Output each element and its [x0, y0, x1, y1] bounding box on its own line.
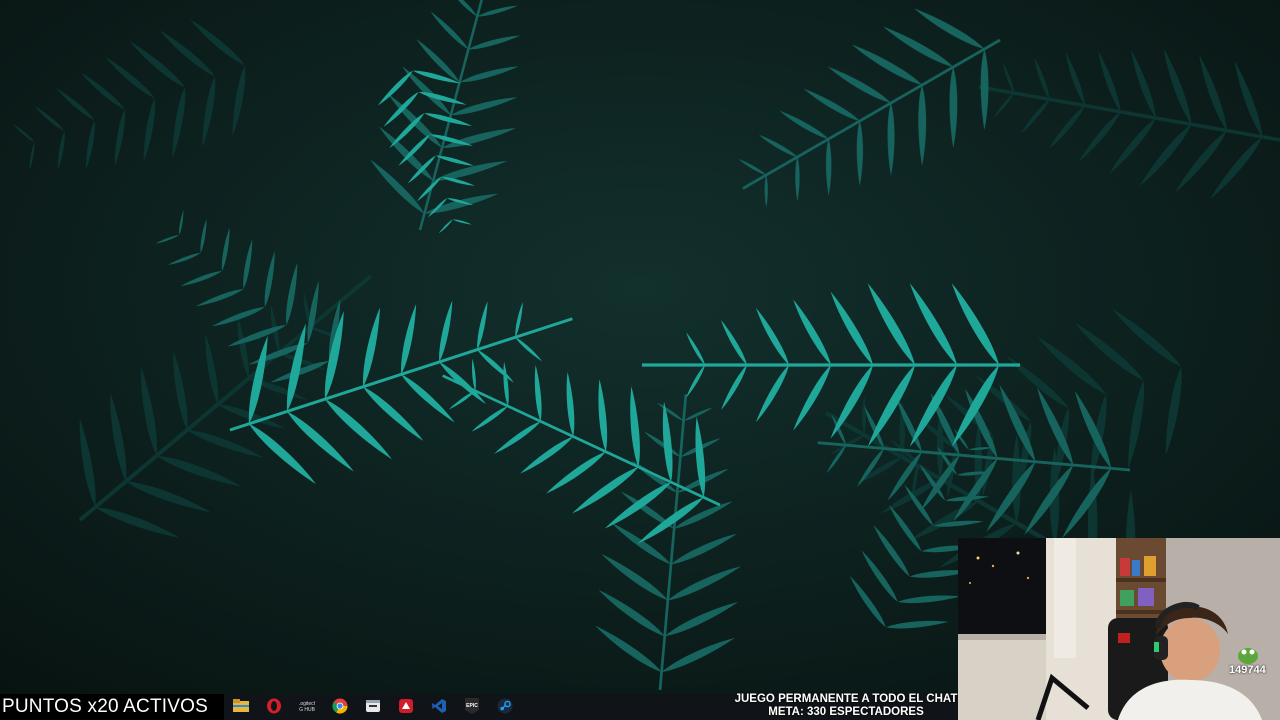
webcam-counter: 149744 — [1229, 664, 1266, 676]
svg-text:EPIC: EPIC — [466, 703, 478, 709]
opera-gx-icon[interactable] — [266, 698, 282, 714]
chat-goal-text: JUEGO PERMANENTE A TODO EL CHAT META: 33… — [733, 693, 959, 720]
file-explorer-icon[interactable] — [233, 698, 249, 714]
webcam-scene — [958, 538, 1280, 720]
points-promo-banner: PUNTOS x20 ACTIVOS — [0, 694, 224, 720]
red-app-icon[interactable] — [398, 698, 414, 714]
webcam-feed — [958, 538, 1280, 720]
chat-goal-line-1: JUEGO PERMANENTE A TODO EL CHAT — [734, 693, 958, 705]
logitech-icon[interactable]: LogitechG HUB — [299, 698, 315, 714]
chrome-icon[interactable] — [332, 698, 348, 714]
app-icon[interactable] — [365, 698, 381, 714]
visual-studio-icon[interactable] — [431, 698, 447, 714]
epic-games-icon[interactable]: EPIC — [464, 698, 480, 714]
steam-icon[interactable] — [497, 698, 513, 714]
chat-goal-line-2: META: 330 ESPECTADORES — [768, 706, 924, 718]
svg-text:G HUB: G HUB — [299, 707, 315, 713]
